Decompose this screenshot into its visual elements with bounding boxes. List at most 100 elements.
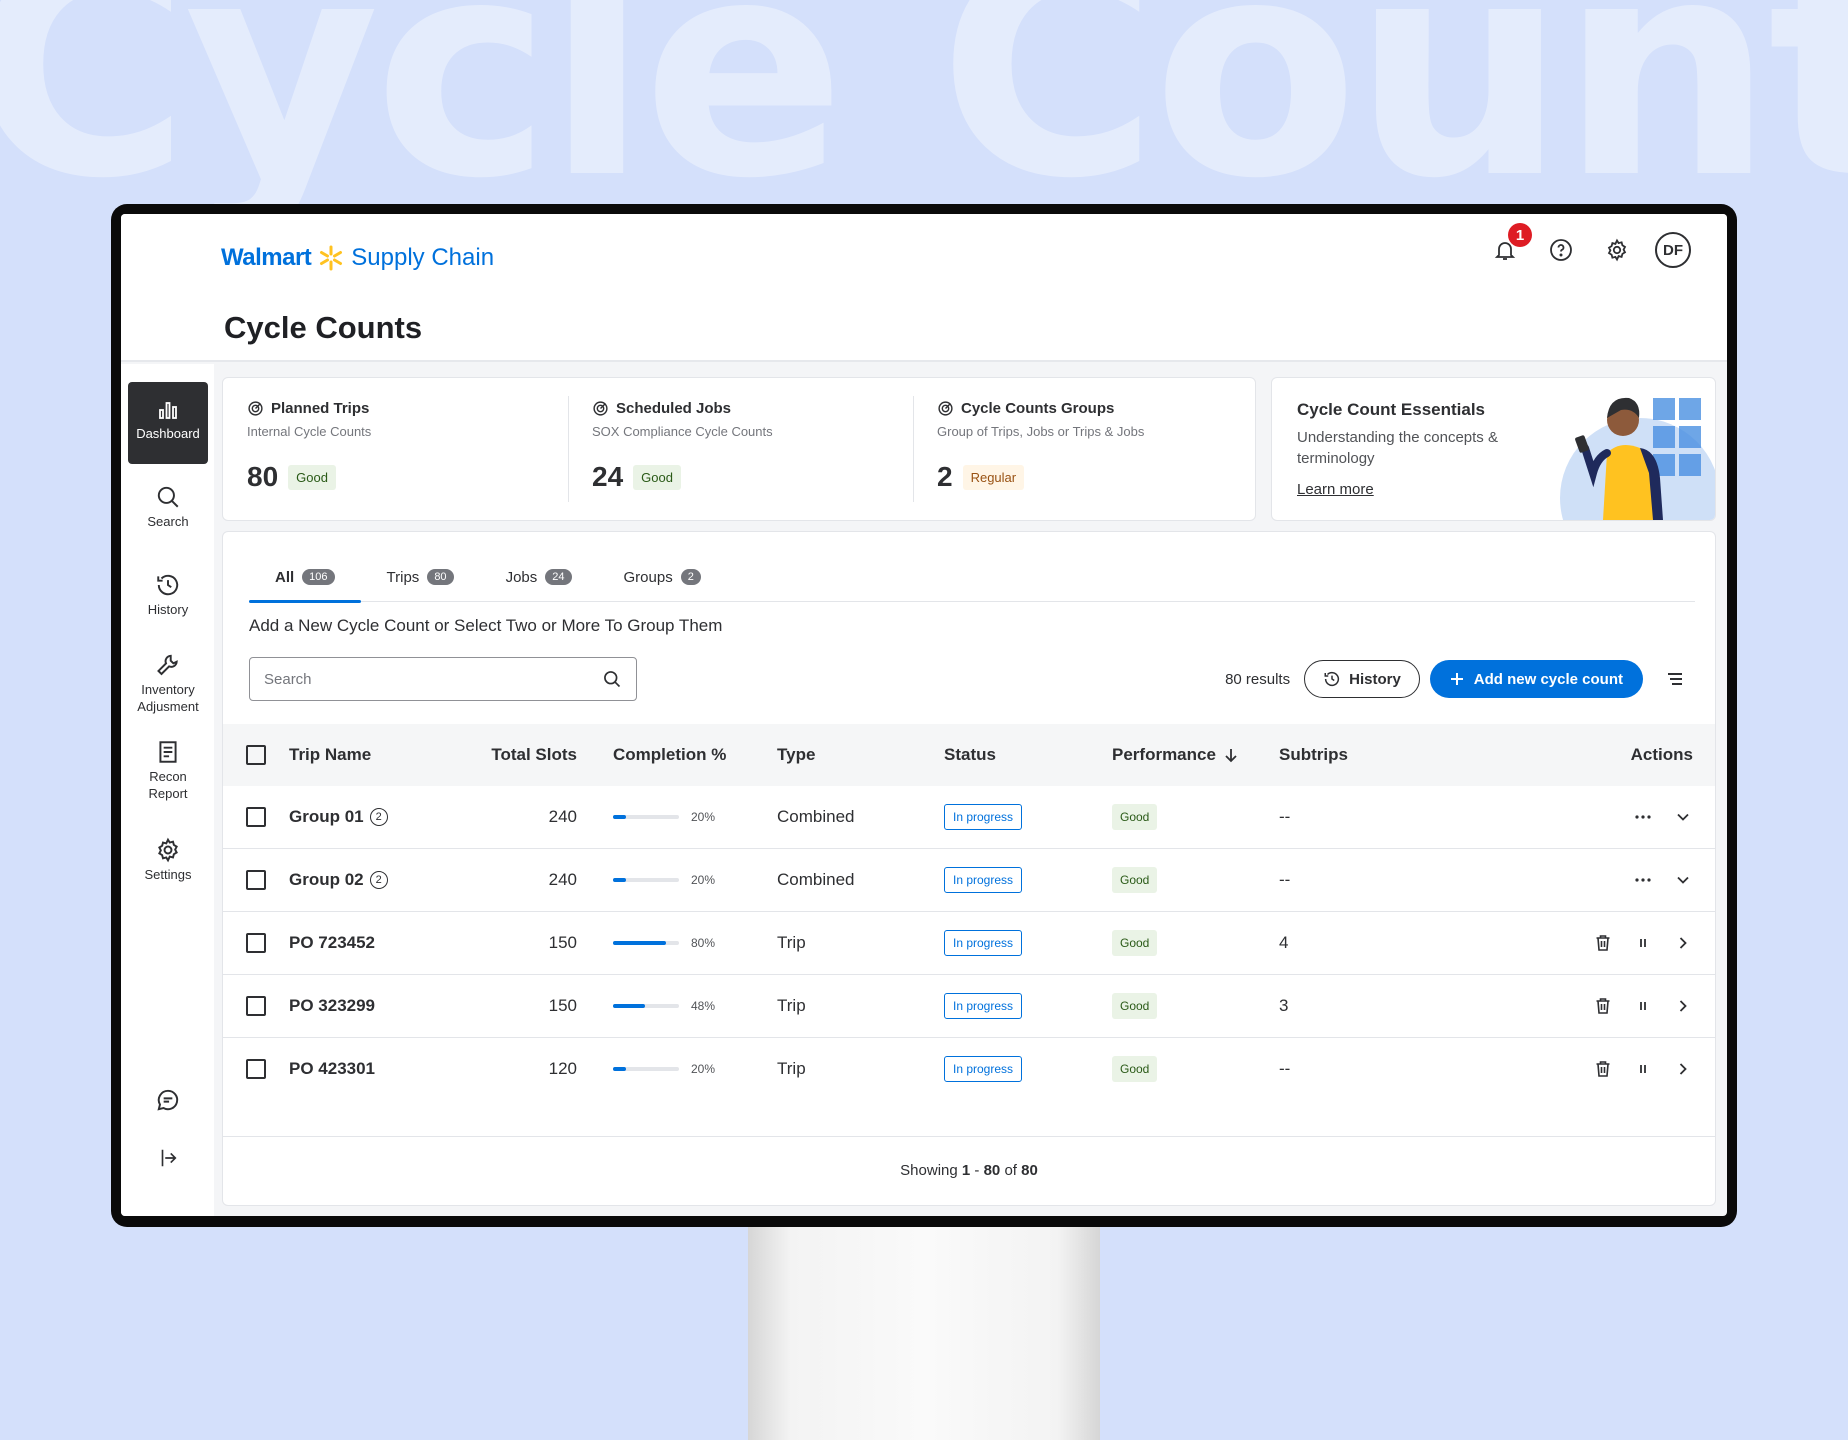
search-input[interactable] [264,670,564,688]
chevron-right-icon [1679,1063,1687,1075]
table-row[interactable]: PO 423301 120 20% Trip In progress Good -- [223,1038,1715,1086]
pause-button[interactable] [1633,1059,1653,1079]
completion-progress-fill [613,815,627,819]
target-icon [938,401,953,416]
spark-icon [320,245,343,271]
table-row[interactable]: PO 723452 150 80% Trip In progress Good 4 [223,912,1715,975]
sidebar-item-history[interactable]: History [128,564,208,627]
sidebar-item-dashboard[interactable]: Dashboard [128,382,208,464]
stat-subtitle: Internal Cycle Counts [247,424,372,439]
row-checkbox[interactable] [246,1059,266,1079]
table-row[interactable]: Group 02 2 240 20% Combined In progress Good -- [223,849,1715,912]
more-options-button[interactable] [1633,870,1653,890]
trash-icon [1596,1061,1610,1077]
column-header-performance[interactable]: Performance [1112,745,1279,765]
pause-icon [1640,939,1646,947]
sidebar-item-search[interactable]: Search [128,476,208,539]
help-button[interactable] [1543,232,1579,268]
stat-planned-trips: Planned Trips Internal Cycle Counts 80 G… [223,378,568,520]
performance-badge: Good [1112,1056,1158,1082]
completion-progress-bar [613,878,679,882]
trip-name-cell[interactable]: Group 01 2 [289,807,459,827]
settings-button[interactable] [1599,232,1635,268]
stat-rating-badge: Good [633,464,681,490]
group-count-badge: 2 [369,871,388,889]
history-button-label: History [1349,670,1401,688]
sidebar-item-recon-report[interactable]: Recon Report [128,731,208,811]
pagination-end: 80 [983,1162,1001,1179]
monitor-frame: Walmart Supply Chain Cycle Counts 1 DF D… [111,204,1737,1227]
row-actions [1419,933,1715,953]
notifications-button[interactable]: 1 [1487,223,1532,268]
column-header-trip-name[interactable]: Trip Name [289,745,459,765]
row-actions [1419,1059,1715,1079]
row-checkbox[interactable] [246,996,266,1016]
avatar[interactable]: DF [1655,232,1691,268]
tab-count-badge: 106 [302,569,335,585]
logo-wordmark: Walmart [221,244,312,271]
pagination-of: of [1004,1162,1017,1179]
trip-name-cell[interactable]: Group 02 2 [289,870,459,890]
performance-badge: Good [1112,993,1158,1019]
walmart-logo[interactable]: Walmart Supply Chain [221,244,494,272]
stat-value: 80 [247,461,279,492]
row-checkbox[interactable] [246,933,266,953]
sidebar-item-settings[interactable]: Settings [128,829,208,892]
learn-more-link[interactable]: Learn more [1297,481,1374,498]
trip-name-cell[interactable]: PO 723452 [289,933,459,953]
tab-groups[interactable]: Groups 2 [598,552,727,602]
tab-label: All [275,568,295,586]
expand-row-button[interactable] [1673,807,1693,827]
trip-name-cell[interactable]: PO 323299 [289,996,459,1016]
column-header-type[interactable]: Type [777,745,944,765]
filter-menu-button[interactable] [1659,663,1691,695]
performance-badge: Good [1112,867,1158,893]
add-new-cycle-count-button[interactable]: Add new cycle count [1429,660,1643,698]
column-header-completion[interactable]: Completion % [577,745,777,765]
sidebar-item-label: Dashboard [136,426,200,441]
delete-button[interactable] [1593,996,1613,1016]
open-details-button[interactable] [1673,933,1693,953]
more-horizontal-icon [1635,878,1651,882]
expand-row-button[interactable] [1673,870,1693,890]
completion-cell: 20% [577,1062,777,1076]
completion-percent: 48% [691,999,716,1013]
chat-button[interactable] [128,1087,208,1113]
row-checkbox[interactable] [246,870,266,890]
trip-name-cell[interactable]: PO 423301 [289,1059,459,1079]
stat-subtitle: SOX Compliance Cycle Counts [592,424,773,439]
pause-button[interactable] [1633,996,1653,1016]
gear-icon [158,837,178,863]
target-icon [593,401,608,416]
report-icon [159,741,177,763]
tab-all[interactable]: All 106 [249,552,361,603]
column-header-status[interactable]: Status [944,745,1112,765]
open-details-button[interactable] [1673,996,1693,1016]
select-all-checkbox[interactable] [246,745,266,765]
tab-label: Groups [623,568,673,586]
delete-button[interactable] [1593,933,1613,953]
tab-jobs[interactable]: Jobs 24 [480,552,598,602]
completion-progress-bar [613,815,679,819]
total-slots: 120 [548,1059,577,1078]
open-details-button[interactable] [1673,1059,1693,1079]
column-header-subtrips[interactable]: Subtrips [1279,745,1419,765]
completion-percent: 20% [691,1062,716,1076]
collapse-sidebar-button[interactable] [128,1147,208,1169]
column-header-total-slots[interactable]: Total Slots [459,745,577,765]
more-options-button[interactable] [1633,807,1653,827]
history-button[interactable]: History [1304,660,1420,698]
search-field[interactable] [249,657,637,701]
table-row[interactable]: PO 323299 150 48% Trip In progress Good 3 [223,975,1715,1038]
pause-button[interactable] [1633,933,1653,953]
sidebar-item-inventory-adjustment[interactable]: Inventory Adjusment [128,644,208,724]
table-row[interactable]: Group 01 2 240 20% Combined In progress Good -- [223,786,1715,849]
row-checkbox[interactable] [246,807,266,827]
stat-value: 24 [592,461,624,492]
essentials-title: Cycle Count Essentials [1297,400,1486,419]
essentials-subtitle: Understanding the concepts & terminology [1297,429,1498,467]
delete-button[interactable] [1593,1059,1613,1079]
completion-cell: 20% [577,873,777,887]
completion-progress-bar [613,1004,679,1008]
tab-trips[interactable]: Trips 80 [361,552,480,602]
